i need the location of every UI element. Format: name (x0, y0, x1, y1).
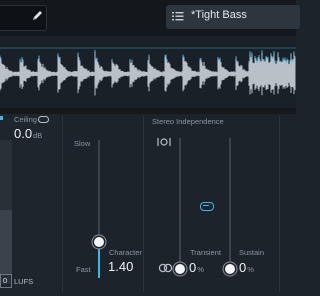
stereo-link-icon[interactable] (158, 263, 174, 273)
sustain-label: Sustain (239, 248, 265, 257)
waveform-display[interactable] (0, 36, 296, 108)
output-meter-level (0, 210, 12, 274)
ceiling-label: Ceiling (14, 115, 37, 124)
fast-label: Fast (76, 265, 91, 274)
stereo-width-icon (157, 138, 171, 146)
panel-divider (143, 116, 144, 292)
list-icon[interactable] (171, 9, 185, 23)
transient-value: 0 (189, 260, 197, 275)
preset-name: *Tight Bass (191, 9, 247, 21)
character-slider-knob[interactable] (94, 237, 104, 247)
loudness-box: 0 (0, 274, 12, 288)
transient-slider-knob[interactable] (175, 264, 185, 274)
link-icon[interactable] (200, 202, 214, 211)
loudness-box-value: 0 (3, 276, 8, 285)
sustain-slider-knob[interactable] (225, 264, 235, 274)
character-label: Character (109, 248, 142, 257)
ceiling-value: 0.0 (14, 126, 33, 141)
sustain-value: 0 (239, 260, 247, 275)
character-slider-fill (98, 242, 100, 278)
pencil-icon[interactable] (30, 9, 44, 23)
panel-divider (279, 116, 280, 292)
ceiling-link-toggle[interactable] (38, 116, 49, 123)
ceiling-readout[interactable]: 0.0dB (14, 125, 42, 143)
transient-unit: % (197, 265, 204, 274)
sustain-slider-track[interactable] (229, 138, 231, 268)
waveform (0, 47, 296, 96)
panel-divider (62, 116, 63, 292)
transient-readout[interactable]: 0% (189, 259, 204, 277)
transient-label: Transient (190, 248, 221, 257)
meter-indicator (0, 116, 3, 120)
loudness-unit: LUFS (14, 277, 34, 286)
stereo-title: Stereo Independence (152, 117, 224, 126)
slow-label: Slow (74, 139, 91, 148)
transient-slider-track[interactable] (179, 138, 181, 268)
sustain-readout[interactable]: 0% (239, 259, 254, 277)
ceiling-unit: dB (33, 131, 43, 140)
sustain-unit: % (247, 265, 254, 274)
character-value[interactable]: 1.40 (108, 259, 133, 274)
